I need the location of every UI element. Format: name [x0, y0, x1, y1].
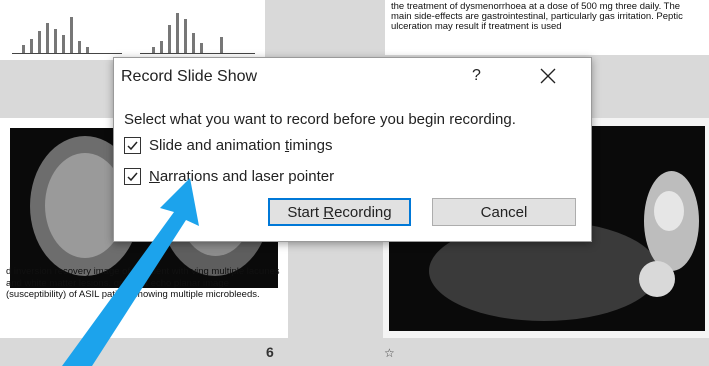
- figure-caption: d inversion recovery image of a patient …: [6, 266, 280, 300]
- dialog-title: Record Slide Show: [121, 68, 258, 85]
- instruction-text: Select what you want to record before yo…: [124, 111, 516, 128]
- help-button[interactable]: ?: [472, 67, 481, 85]
- narrations-checkbox[interactable]: [124, 168, 141, 185]
- slide-text-top-right: the treatment of dysmenorrhoea at a dose…: [385, 0, 709, 55]
- page-number: 6: [266, 344, 274, 360]
- histogram-chart-right: [140, 7, 255, 54]
- star-icon: ☆: [384, 346, 395, 360]
- checkmark-icon: [127, 141, 138, 151]
- slide-timings-checkbox[interactable]: [124, 137, 141, 154]
- cancel-button[interactable]: Cancel: [432, 198, 576, 226]
- narrations-label: Narrations and laser pointer: [149, 168, 335, 185]
- option-narrations[interactable]: Narrations and laser pointer: [124, 168, 334, 185]
- start-recording-button[interactable]: Start Recording: [268, 198, 411, 226]
- slide-body-text: the treatment of dysmenorrhoea at a dose…: [391, 1, 683, 32]
- close-icon: [540, 68, 556, 84]
- checkmark-icon: [127, 172, 138, 182]
- option-slide-timings[interactable]: Slide and animation timings: [124, 137, 332, 154]
- histogram-chart-left: [12, 7, 122, 54]
- close-button[interactable]: [534, 64, 562, 88]
- record-slide-show-dialog: Record Slide Show ? Select what you want…: [113, 57, 592, 242]
- slide-timings-label: Slide and animation timings: [149, 137, 333, 154]
- slide-thumbnail-histograms: [0, 0, 265, 60]
